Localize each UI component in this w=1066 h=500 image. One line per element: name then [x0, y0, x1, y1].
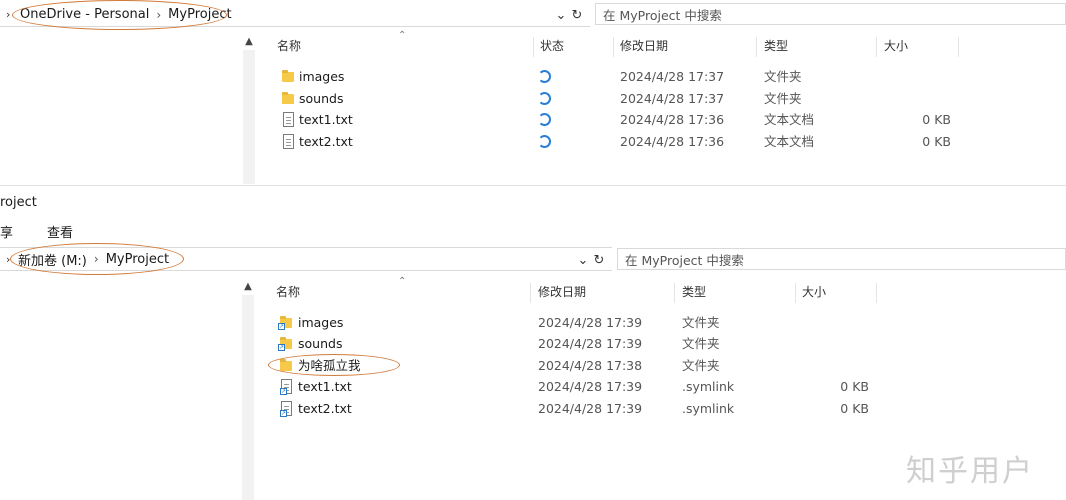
- table-row[interactable]: ↗ images 2024/4/28 17:39 文件夹: [0, 312, 1066, 333]
- breadcrumb-myproject[interactable]: MyProject: [164, 7, 235, 22]
- bottom-explorer-pane: roject 享 查看 › 新加卷 (M:) › MyProject ⌄ ↻ 在…: [0, 186, 1066, 500]
- file-name: images: [299, 69, 345, 84]
- file-date: 2024/4/28 17:36: [620, 112, 725, 127]
- top-explorer-pane: › OneDrive - Personal › MyProject ⌄ ↻ 在 …: [0, 0, 1066, 186]
- menu-share[interactable]: 享: [0, 222, 13, 241]
- file-type: .symlink: [682, 401, 735, 416]
- top-column-headers: ⌃ 名称 状态 修改日期 类型 大小: [0, 30, 1066, 57]
- symlink-file-icon: ↗: [280, 401, 292, 417]
- breadcrumb-onedrive[interactable]: OneDrive - Personal: [16, 7, 153, 22]
- sync-icon: [538, 92, 551, 105]
- column-header-date[interactable]: 修改日期: [620, 35, 668, 57]
- bottom-search-input[interactable]: 在 MyProject 中搜索: [617, 248, 1066, 270]
- column-header-size[interactable]: 大小: [884, 35, 908, 57]
- sort-arrow-icon: ⌃: [398, 30, 407, 41]
- sync-icon: [538, 135, 551, 148]
- search-placeholder: 在 MyProject 中搜索: [625, 252, 744, 268]
- file-date: 2024/4/28 17:39: [538, 379, 643, 394]
- file-name: text2.txt: [299, 134, 353, 149]
- file-type: 文件夹: [764, 69, 802, 84]
- window-title: roject: [0, 195, 37, 210]
- file-size: 0 KB: [840, 401, 869, 416]
- column-header-type[interactable]: 类型: [764, 35, 788, 57]
- chevron-right-icon: ›: [156, 7, 162, 22]
- breadcrumb-myproject[interactable]: MyProject: [102, 252, 173, 267]
- file-date: 2024/4/28 17:36: [620, 134, 725, 149]
- chevron-right-icon[interactable]: ›: [6, 8, 10, 21]
- column-header-name[interactable]: 名称: [277, 35, 301, 57]
- file-name: text2.txt: [298, 401, 352, 416]
- table-row[interactable]: text2.txt 2024/4/28 17:36 文本文档 0 KB: [0, 131, 1066, 152]
- refresh-icon[interactable]: ↻: [568, 5, 586, 25]
- folder-icon: [280, 359, 292, 371]
- file-date: 2024/4/28 17:39: [538, 315, 643, 330]
- table-row[interactable]: ↗ text2.txt 2024/4/28 17:39 .symlink 0 K…: [0, 398, 1066, 419]
- file-type: 文本文档: [764, 112, 815, 127]
- file-date: 2024/4/28 17:37: [620, 69, 725, 84]
- refresh-icon[interactable]: ↻: [590, 250, 608, 270]
- folder-link-icon: ↗: [278, 316, 292, 330]
- file-name: images: [298, 315, 344, 330]
- sort-arrow-icon: ⌃: [398, 276, 407, 287]
- file-date: 2024/4/28 17:39: [538, 401, 643, 416]
- search-placeholder: 在 MyProject 中搜索: [603, 7, 722, 23]
- file-name: sounds: [298, 336, 343, 351]
- column-header-size[interactable]: 大小: [802, 281, 826, 303]
- chevron-right-icon[interactable]: ›: [6, 253, 10, 266]
- folder-link-icon: ↗: [278, 337, 292, 351]
- watermark: 知乎用户: [906, 454, 1034, 489]
- chevron-right-icon: ›: [93, 252, 99, 266]
- table-row[interactable]: 为啥孤立我 2024/4/28 17:38 文件夹: [0, 355, 1066, 376]
- column-header-date[interactable]: 修改日期: [538, 281, 586, 303]
- file-date: 2024/4/28 17:39: [538, 336, 643, 351]
- bottom-address-bar[interactable]: › 新加卷 (M:) › MyProject ⌄ ↻: [0, 247, 612, 271]
- top-address-bar[interactable]: › OneDrive - Personal › MyProject ⌄ ↻: [0, 3, 590, 27]
- file-type: 文件夹: [682, 336, 720, 351]
- file-size: 0 KB: [922, 134, 951, 149]
- table-row[interactable]: ↗ sounds 2024/4/28 17:39 文件夹: [0, 333, 1066, 354]
- text-file-icon: [283, 112, 294, 127]
- file-date: 2024/4/28 17:38: [538, 358, 643, 373]
- text-file-icon: [283, 134, 294, 149]
- file-size: 0 KB: [922, 112, 951, 127]
- breadcrumb-drive[interactable]: 新加卷 (M:): [14, 250, 91, 269]
- file-type: 文件夹: [682, 358, 720, 373]
- table-row[interactable]: sounds 2024/4/28 17:37 文件夹: [0, 88, 1066, 109]
- file-size: 0 KB: [840, 379, 869, 394]
- file-name: 为啥孤立我: [298, 358, 361, 373]
- column-header-name[interactable]: 名称: [276, 281, 300, 303]
- bottom-column-headers: ⌃ 名称 修改日期 类型 大小: [0, 276, 1066, 303]
- file-name: text1.txt: [299, 112, 353, 127]
- folder-icon: [282, 92, 294, 104]
- file-date: 2024/4/28 17:37: [620, 91, 725, 106]
- file-name: text1.txt: [298, 379, 352, 394]
- table-row[interactable]: ↗ text1.txt 2024/4/28 17:39 .symlink 0 K…: [0, 376, 1066, 397]
- file-type: 文件夹: [682, 315, 720, 330]
- symlink-file-icon: ↗: [280, 379, 292, 395]
- file-type: 文本文档: [764, 134, 815, 149]
- table-row[interactable]: text1.txt 2024/4/28 17:36 文本文档 0 KB: [0, 109, 1066, 130]
- column-header-type[interactable]: 类型: [682, 281, 706, 303]
- top-search-input[interactable]: 在 MyProject 中搜索: [595, 3, 1066, 25]
- sync-icon: [538, 70, 551, 83]
- file-type: 文件夹: [764, 91, 802, 106]
- file-name: sounds: [299, 91, 344, 106]
- sync-icon: [538, 113, 551, 126]
- menu-view[interactable]: 查看: [47, 222, 73, 241]
- file-type: .symlink: [682, 379, 735, 394]
- table-row[interactable]: images 2024/4/28 17:37 文件夹: [0, 66, 1066, 87]
- column-header-status[interactable]: 状态: [540, 35, 564, 57]
- folder-icon: [282, 70, 294, 82]
